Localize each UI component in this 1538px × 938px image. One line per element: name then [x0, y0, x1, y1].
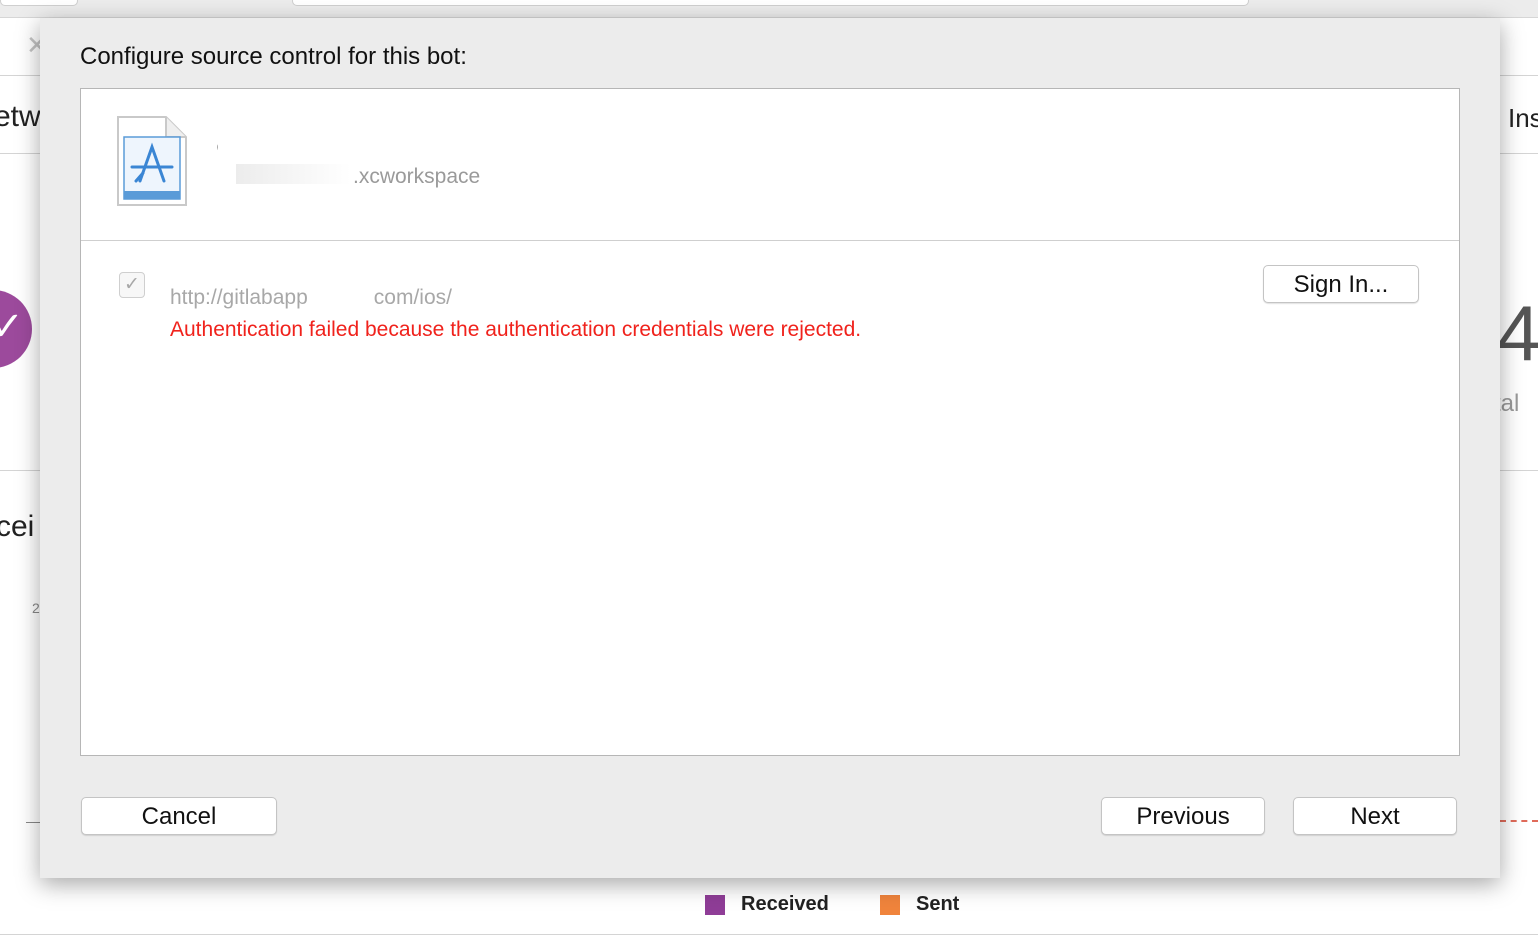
- success-badge: ✓: [0, 290, 32, 368]
- authentication-error-message: Authentication failed because the authen…: [170, 318, 862, 341]
- xcode-workspace-file-icon: [117, 116, 187, 206]
- redacted-path: [236, 164, 351, 184]
- repository-url-host: http://gitlabapp: [170, 286, 308, 309]
- checkmark-icon: ✓: [0, 305, 24, 349]
- background-divider: [1500, 153, 1538, 154]
- repository-checkbox[interactable]: ✓: [119, 272, 145, 298]
- previous-button[interactable]: Previous: [1101, 797, 1265, 835]
- background-tab-label: etw: [0, 100, 41, 133]
- background-series-line: [1500, 820, 1538, 822]
- background-divider: [1500, 75, 1538, 76]
- background-axis-tick: 2: [32, 600, 40, 616]
- configure-source-control-sheet: Configure source control for this bot: C…: [40, 18, 1500, 878]
- background-axis: [26, 822, 40, 823]
- source-control-panel: C .xcworkspace ✓ http://gitlabapp com/ios…: [80, 88, 1460, 756]
- background-divider: [0, 75, 40, 76]
- legend-swatch: [880, 894, 900, 915]
- background-section-label: cei: [0, 510, 35, 543]
- legend-label: Sent: [916, 893, 960, 915]
- background-toolbar-segment: [0, 0, 78, 6]
- workspace-row: C .xcworkspace: [81, 89, 1459, 241]
- background-toolbar: [0, 0, 1538, 18]
- cancel-button[interactable]: Cancel: [81, 797, 277, 835]
- sign-in-button[interactable]: Sign In...: [1263, 265, 1419, 303]
- next-button[interactable]: Next: [1293, 797, 1457, 835]
- legend-item-received: Received: [705, 893, 829, 916]
- repository-url: http://gitlabapp com/ios/: [170, 286, 452, 310]
- repository-url-path: com/ios/: [373, 286, 452, 309]
- background-divider: [0, 470, 40, 471]
- background-divider: [1500, 470, 1538, 471]
- legend-label: Received: [741, 893, 829, 915]
- workspace-path: .xcworkspace: [353, 165, 481, 188]
- legend-item-sent: Sent: [880, 893, 959, 916]
- background-divider: [0, 153, 40, 154]
- background-address-field: [292, 0, 1249, 6]
- background-count: 4: [1497, 289, 1538, 377]
- sheet-title: Configure source control for this bot:: [80, 43, 467, 70]
- workspace-name: C: [216, 135, 232, 160]
- background-divider: [0, 934, 1538, 935]
- legend-swatch: [705, 894, 725, 915]
- background-tab-label: Ins: [1508, 103, 1538, 133]
